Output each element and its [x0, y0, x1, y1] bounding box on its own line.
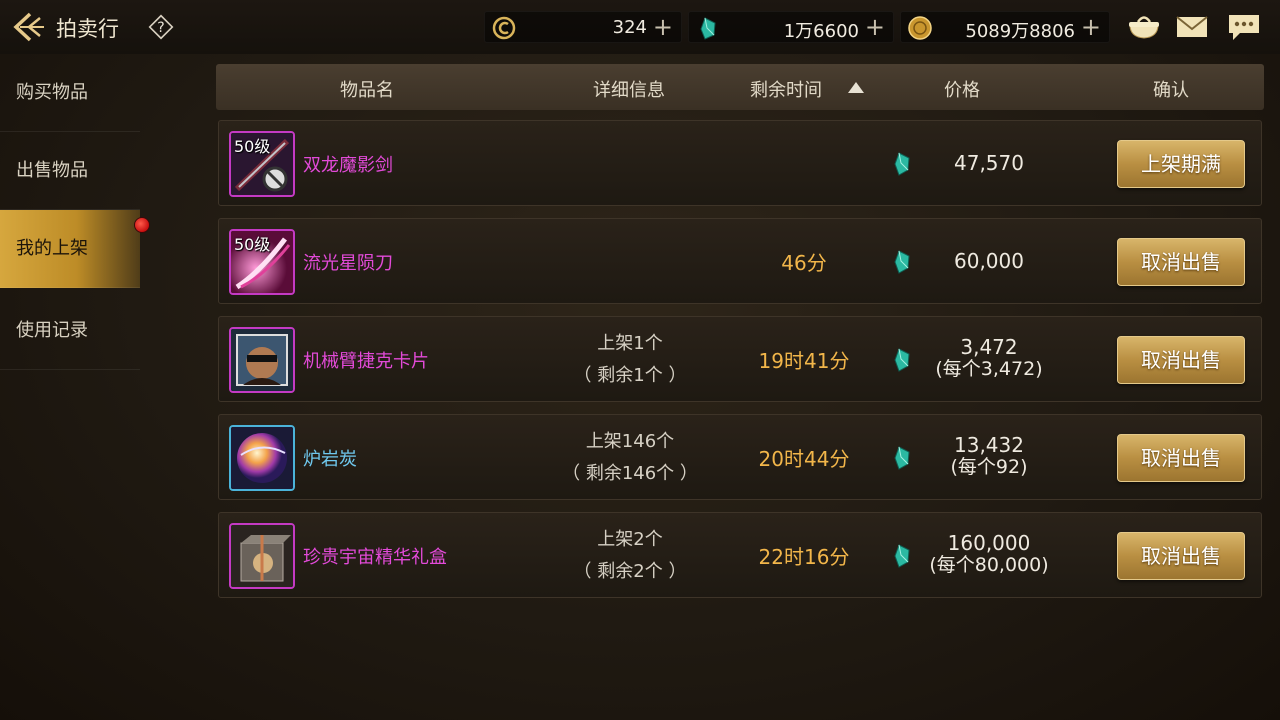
table-row: 炉岩炭 上架146个 （ 剩余146个 ） 20时44分 13,432 (每个9…: [218, 414, 1262, 500]
add-coupon-button[interactable]: +: [653, 13, 673, 41]
sort-ascending-icon[interactable]: [848, 82, 864, 93]
cancel-sale-button[interactable]: 取消出售: [1117, 336, 1245, 384]
notification-dot: [134, 217, 150, 233]
listing-detail: 上架1个 （ 剩余1个 ）: [559, 328, 701, 392]
listed-count: 上架1个: [597, 333, 663, 354]
page-title: 拍卖行: [56, 17, 119, 41]
item-name: 机械臂捷克卡片: [303, 351, 429, 372]
price: 3,472 (每个3,472): [909, 336, 1069, 380]
remaining-time: 19时41分: [758, 349, 850, 373]
price: 47,570: [909, 152, 1069, 174]
item-level: 50级: [234, 137, 271, 156]
table-row: 珍贵宇宙精华礼盒 上架2个 （ 剩余2个 ） 22时16分 160,000 (每…: [218, 512, 1262, 598]
item-level: 50级: [234, 235, 271, 254]
gold-value: 5089万8806: [965, 21, 1075, 42]
listed-count: 上架146个: [585, 431, 675, 452]
price-total: 47,570: [954, 151, 1024, 175]
header-item-name: 物品名: [340, 80, 394, 101]
sidebar-item-sell[interactable]: 出售物品: [0, 132, 140, 210]
gem-value: 1万6600: [783, 21, 859, 42]
table-header: 物品名 详细信息 剩余时间 价格 确认: [216, 64, 1264, 110]
gem-icon: [695, 15, 721, 41]
remaining-count: （ 剩余2个 ）: [573, 561, 687, 582]
cancel-sale-button[interactable]: 取消出售: [1117, 434, 1245, 482]
sidebar-item-history[interactable]: 使用记录: [0, 292, 140, 370]
table-row: 机械臂捷克卡片 上架1个 （ 剩余1个 ） 19时41分 3,472 (每个3,…: [218, 316, 1262, 402]
price-total: 13,432: [954, 433, 1024, 457]
coupon-icon: [491, 15, 517, 41]
sidebar-item-my-listings[interactable]: 我的上架: [0, 210, 140, 288]
table-row: 50级 流光星陨刀 46分 60,000 取消出售: [218, 218, 1262, 304]
listing-detail: 上架2个 （ 剩余2个 ）: [559, 524, 701, 588]
price-each: (每个80,000): [929, 554, 1049, 576]
remaining-time: 20时44分: [758, 447, 850, 471]
bag-icon[interactable]: [1126, 11, 1162, 43]
header-price: 价格: [944, 80, 980, 101]
remaining-count: （ 剩余146个 ）: [562, 463, 698, 484]
coupon-value: 324: [612, 17, 647, 38]
price-total: 60,000: [954, 249, 1024, 273]
sidebar-item-buy[interactable]: 购买物品: [0, 54, 140, 132]
gift-box-icon[interactable]: [229, 523, 295, 589]
back-arrow-icon[interactable]: [10, 10, 46, 44]
cancel-sale-button[interactable]: 取消出售: [1117, 238, 1245, 286]
sword-icon[interactable]: 50级: [229, 131, 295, 197]
price-total: 160,000: [947, 531, 1031, 555]
question-icon[interactable]: ?: [146, 12, 176, 42]
coupon-currency: 324 +: [484, 11, 682, 43]
header-remaining-time[interactable]: 剩余时间: [750, 76, 822, 102]
orb-icon[interactable]: [229, 425, 295, 491]
listing-detail: 上架146个 （ 剩余146个 ）: [559, 426, 701, 490]
price-total: 3,472: [960, 335, 1018, 359]
svg-text:?: ?: [157, 20, 164, 36]
table-row: 50级 双龙魔影剑 47,570 上架期满: [218, 120, 1262, 206]
remaining-time: 22时16分: [758, 545, 850, 569]
top-bar: 拍卖行 ? 324 + 1万6600 + 5089万8806 +: [0, 0, 1280, 54]
add-gem-button[interactable]: +: [865, 13, 885, 41]
item-name: 炉岩炭: [303, 449, 357, 470]
mail-icon[interactable]: [1174, 11, 1210, 43]
listed-count: 上架2个: [597, 529, 663, 550]
add-gold-button[interactable]: +: [1081, 13, 1101, 41]
listing-expired-button[interactable]: 上架期满: [1117, 140, 1245, 188]
price: 13,432 (每个92): [909, 434, 1069, 478]
cancel-sale-button[interactable]: 取消出售: [1117, 532, 1245, 580]
blade-icon[interactable]: 50级: [229, 229, 295, 295]
chat-icon[interactable]: [1226, 11, 1262, 43]
sidebar: 购买物品 出售物品 我的上架 使用记录: [0, 54, 140, 370]
item-name: 双龙魔影剑: [303, 155, 393, 176]
gold-coin-icon: [907, 15, 933, 41]
item-name: 流光星陨刀: [303, 253, 393, 274]
price: 160,000 (每个80,000): [909, 532, 1069, 576]
gem-currency: 1万6600 +: [688, 11, 894, 43]
card-icon[interactable]: [229, 327, 295, 393]
gold-currency: 5089万8806 +: [900, 11, 1110, 43]
price-each: (每个92): [950, 456, 1028, 478]
price: 60,000: [909, 250, 1069, 272]
price-each: (每个3,472): [935, 358, 1043, 380]
item-name: 珍贵宇宙精华礼盒: [303, 547, 447, 568]
header-confirm: 确认: [1153, 80, 1189, 101]
remaining-time: 46分: [781, 251, 827, 275]
remaining-count: （ 剩余1个 ）: [573, 365, 687, 386]
header-detail: 详细信息: [593, 80, 665, 101]
